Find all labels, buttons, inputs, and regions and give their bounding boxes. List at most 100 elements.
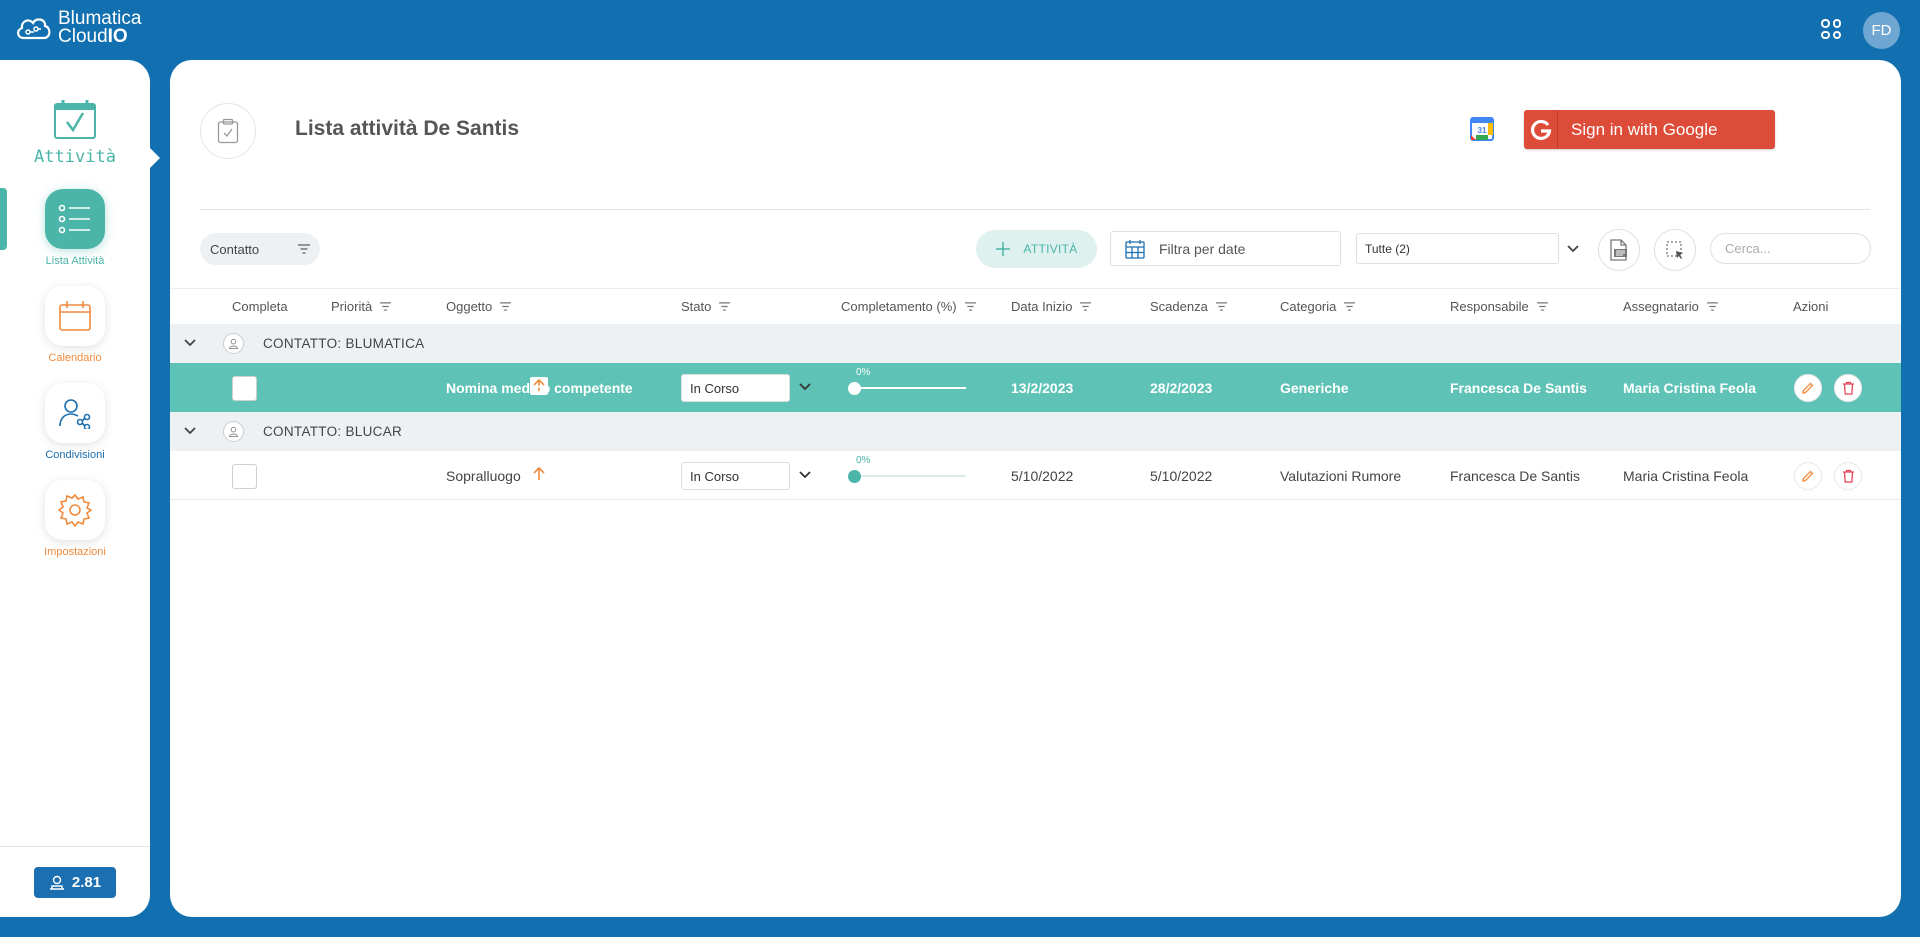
column-scadenza[interactable]: Scadenza — [1150, 299, 1227, 314]
chevron-down-icon[interactable] — [1563, 238, 1583, 258]
version-badge[interactable]: 2.81 — [34, 867, 116, 898]
column-categoria[interactable]: Categoria — [1280, 299, 1356, 314]
slider-knob[interactable] — [848, 382, 861, 395]
trash-icon — [1842, 469, 1854, 483]
edit-button[interactable] — [1794, 462, 1822, 490]
edit-button[interactable] — [1794, 374, 1822, 402]
search-input[interactable] — [1710, 233, 1871, 264]
chevron-down-icon[interactable] — [182, 335, 198, 351]
sidebar-button-calendario[interactable] — [45, 286, 105, 346]
module-logo: Attività — [28, 98, 122, 167]
complete-checkbox[interactable] — [232, 376, 257, 401]
table-header: Completa Priorità Oggetto Stato Completa… — [170, 288, 1901, 324]
sidebar-button-lista[interactable] — [45, 189, 105, 249]
sidebar-label-impostazioni: Impostazioni — [44, 546, 106, 558]
arrow-up-icon — [533, 466, 545, 480]
column-azioni: Azioni — [1793, 299, 1829, 314]
google-g-icon — [1530, 119, 1551, 140]
app-logo[interactable]: Blumatica CloudIO — [14, 9, 141, 47]
active-indicator — [0, 188, 7, 250]
page-header-icon — [200, 103, 256, 159]
user-avatar[interactable]: FD — [1863, 12, 1900, 49]
filter-icon[interactable] — [719, 302, 731, 311]
column-data-inizio[interactable]: Data Inizio — [1011, 299, 1092, 314]
filter-icon[interactable] — [1080, 302, 1092, 311]
person-icon — [223, 333, 244, 354]
column-assegnatario[interactable]: Assegnatario — [1623, 299, 1718, 314]
add-activity-label: ATTIVITÀ — [1023, 242, 1078, 256]
pencil-icon — [1802, 382, 1814, 394]
progress-label: 0% — [856, 367, 871, 378]
filter-icon[interactable] — [1536, 302, 1548, 311]
sidebar-label-condivisioni: Condivisioni — [45, 449, 105, 461]
sidebar-label-lista: Lista Attività — [45, 255, 105, 267]
top-bar: Blumatica CloudIO FD — [0, 0, 1920, 60]
header-divider — [200, 209, 1870, 210]
progress-slider[interactable]: 0% — [848, 455, 966, 483]
date-filter-button[interactable]: Filtra per date — [1110, 231, 1341, 266]
delete-button[interactable] — [1834, 462, 1862, 490]
google-calendar-icon[interactable]: 31 — [1470, 117, 1494, 141]
calendar-check-icon — [54, 100, 96, 139]
pencil-icon — [1802, 470, 1814, 482]
share-user-icon — [59, 399, 91, 429]
group-label: CONTATTO: BLUCAR — [263, 424, 403, 439]
column-completamento[interactable]: Completamento (%) — [841, 299, 976, 314]
filter-icon[interactable] — [298, 244, 310, 254]
table-row[interactable]: Sopralluogo In Corso 0% 5/10/2022 5/10/2… — [170, 451, 1901, 500]
sidebar-item-calendario[interactable]: Calendario — [40, 286, 110, 364]
categoria-cell: Generiche — [1280, 380, 1349, 396]
stato-select[interactable]: In Corso — [681, 462, 790, 490]
slider-knob[interactable] — [848, 470, 861, 483]
add-activity-button[interactable]: ATTIVITÀ — [976, 230, 1097, 268]
filter-icon[interactable] — [380, 302, 392, 311]
apps-grid-icon[interactable] — [1818, 16, 1844, 42]
responsabile-cell: Francesca De Santis — [1450, 468, 1580, 484]
sidebar-button-impostazioni[interactable] — [45, 480, 105, 540]
column-oggetto[interactable]: Oggetto — [446, 299, 512, 314]
column-priorita[interactable]: Priorità — [331, 299, 392, 314]
categoria-cell: Valutazioni Rumore — [1280, 468, 1402, 484]
sidebar-button-condivisioni[interactable] — [45, 383, 105, 443]
column-responsabile[interactable]: Responsabile — [1450, 299, 1548, 314]
filter-icon[interactable] — [500, 302, 512, 311]
list-icon — [58, 204, 90, 234]
delete-button[interactable] — [1834, 374, 1862, 402]
table-row[interactable]: Nomina medico competente In Corso 0% 13/… — [170, 363, 1901, 412]
brand-line2-bold: IO — [107, 26, 128, 47]
complete-checkbox[interactable] — [232, 464, 257, 489]
stato-select[interactable]: In Corso — [681, 374, 790, 402]
column-stato[interactable]: Stato — [681, 299, 731, 314]
page-title: Lista attività De Santis — [295, 117, 520, 140]
filter-icon[interactable] — [1706, 302, 1718, 311]
filter-icon[interactable] — [1215, 302, 1227, 311]
cloud-logo-icon — [17, 18, 51, 40]
version-number: 2.81 — [71, 874, 102, 891]
chevron-down-icon[interactable] — [182, 423, 198, 439]
progress-label: 0% — [856, 455, 871, 466]
date-filter-label: Filtra per date — [1159, 240, 1246, 257]
filter-icon[interactable] — [1344, 302, 1356, 311]
sidebar-item-condivisioni[interactable]: Condivisioni — [40, 383, 110, 461]
google-signin-button[interactable]: Sign in with Google — [1524, 110, 1775, 149]
export-document-button[interactable] — [1598, 229, 1640, 271]
chevron-down-icon[interactable] — [797, 379, 813, 395]
filter-icon[interactable] — [964, 302, 976, 311]
scadenza-cell: 28/2/2023 — [1150, 380, 1213, 396]
column-completa: Completa — [232, 299, 288, 314]
group-label: CONTATTO: BLUMATICA — [263, 336, 425, 351]
calendar-icon — [59, 301, 91, 331]
person-icon — [223, 421, 244, 442]
chevron-down-icon[interactable] — [797, 467, 813, 483]
group-by-chip[interactable]: Contatto — [200, 233, 320, 265]
status-select[interactable]: Tutte (2) — [1356, 233, 1559, 264]
progress-slider[interactable]: 0% — [848, 367, 966, 395]
select-area-button[interactable] — [1654, 229, 1696, 271]
data-inizio-cell: 5/10/2022 — [1011, 468, 1074, 484]
sidebar-pointer — [148, 146, 160, 170]
sidebar-item-impostazioni[interactable]: Impostazioni — [40, 480, 110, 558]
group-row: CONTATTO: BLUMATICA — [170, 324, 1901, 363]
google-signin-label: Sign in with Google — [1571, 119, 1718, 139]
sidebar-item-lista-attivita[interactable]: Lista Attività — [40, 189, 110, 267]
trash-icon — [1842, 381, 1854, 395]
